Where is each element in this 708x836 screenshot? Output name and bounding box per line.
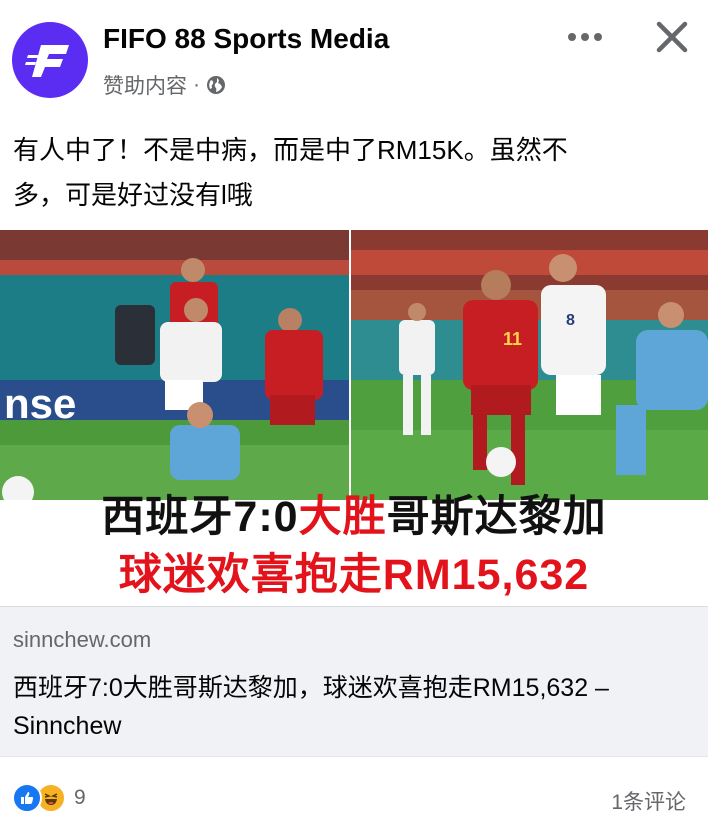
- page-avatar[interactable]: [12, 22, 88, 98]
- comments-count-link[interactable]: 1条评论: [611, 786, 686, 816]
- like-icon: [12, 783, 42, 813]
- match-photo-left: nse: [0, 230, 349, 500]
- banner-text: nse: [4, 380, 76, 427]
- post-footer: 9 1条评论: [0, 756, 708, 836]
- close-icon: [656, 21, 688, 53]
- sponsored-label[interactable]: 赞助内容: [103, 70, 187, 100]
- headline-segment: 西班牙7:0: [101, 493, 299, 541]
- photo-divider: [349, 230, 351, 500]
- headline-segment: 哥斯达黎加: [386, 493, 607, 541]
- globe-icon: [207, 76, 225, 94]
- post-text-line: 多，可是好过没有l哦: [13, 180, 253, 210]
- link-preview-card[interactable]: sinnchew.com 西班牙7:0大胜哥斯达黎加，球迷欢喜抱走RM15,63…: [0, 606, 708, 756]
- meta-separator: ·: [193, 73, 200, 96]
- headline-line-2: 球迷欢喜抱走RM15,632: [118, 551, 590, 599]
- post-meta: 赞助内容 ·: [103, 70, 226, 100]
- post-text: 有人中了！不是中病，而是中了RM15K。虽然不 多，可是好过没有l哦: [13, 128, 653, 218]
- more-options-button[interactable]: [563, 22, 607, 52]
- link-title[interactable]: 西班牙7:0大胜哥斯达黎加，球迷欢喜抱走RM15,632 – Sinnchew: [13, 669, 693, 745]
- post-text-line: 有人中了！不是中病，而是中了RM15K。虽然不: [13, 135, 568, 165]
- page-name-link[interactable]: FIFO 88 Sports Media: [103, 23, 389, 55]
- reactions-summary[interactable]: 9: [12, 783, 86, 813]
- headline-segment-highlight: 大胜: [298, 493, 387, 541]
- match-photo-right: 11 8: [351, 230, 708, 500]
- more-icon: [568, 33, 602, 41]
- link-domain: sinnchew.com: [13, 627, 152, 652]
- jersey-number-defender: 8: [566, 312, 575, 329]
- post-header: FIFO 88 Sports Media 赞助内容 ·: [0, 0, 708, 110]
- jersey-number-striker: 11: [503, 329, 522, 349]
- hide-post-button[interactable]: [650, 15, 694, 59]
- fifo-logo-icon: [25, 45, 69, 77]
- headline-line-1: 西班牙7:0大胜哥斯达黎加: [0, 482, 708, 544]
- reaction-count: 9: [74, 786, 86, 809]
